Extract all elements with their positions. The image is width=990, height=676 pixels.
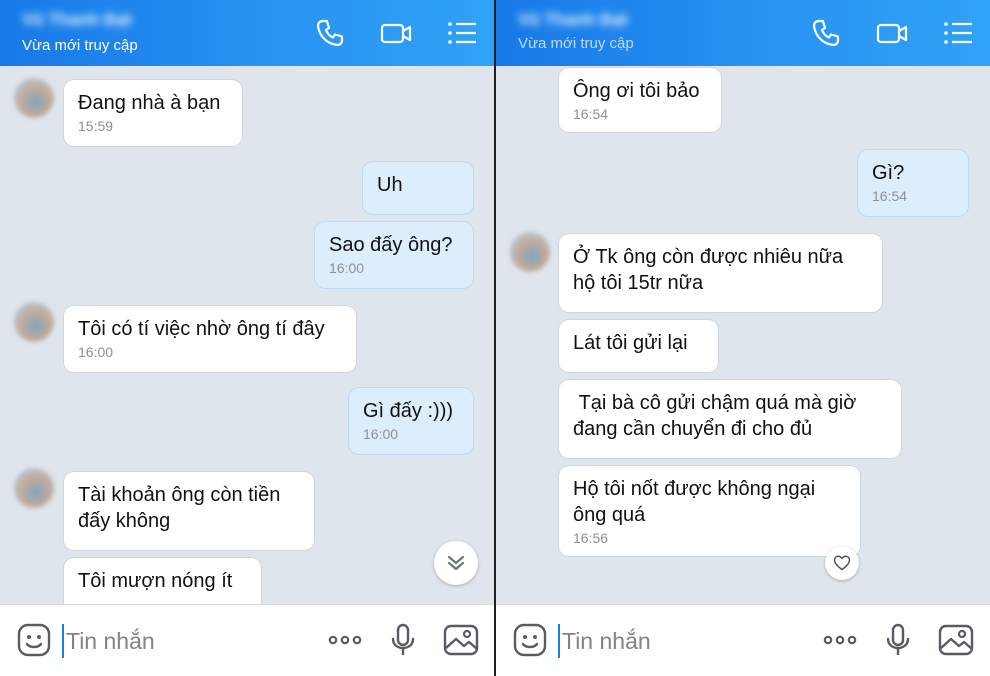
list-menu-icon[interactable] [446,17,478,49]
message-bubble[interactable]: Tôi mượn nóng ít [64,558,261,604]
contact-name[interactable]: Vũ Thanh Đạt [22,10,140,30]
emoji-icon[interactable] [512,622,548,658]
message-input[interactable] [562,623,802,659]
scroll-down-button[interactable] [434,541,478,585]
message-text: Ở Tk ông còn được nhiêu nữa hộ tôi 15tr … [573,246,844,294]
message-text: Tôi mượn nóng ít [78,570,233,592]
online-status: Vừa mới truy cập [518,35,634,52]
message-time: 16:54 [872,188,908,204]
message-bubble[interactable]: Ở Tk ông còn được nhiêu nữa hộ tôi 15tr … [559,234,882,312]
message-time: 16:54 [573,106,609,122]
message-text: Sao đấy ông? [329,234,453,256]
emoji-icon[interactable] [16,622,52,658]
message-list[interactable]: Ông ơi tôi bảo 16:54 Gì? 16:54 Ở Tk ông … [496,66,990,604]
avatar[interactable] [510,232,550,272]
message-bubble[interactable]: Hộ tôi nốt được không ngại ông quá 16:56 [559,466,860,556]
chat-panel-left: Vũ Thanh Đạt Vừa mới truy cập Đang nhà à… [0,0,494,676]
message-text: Lát tôi gửi lại [573,332,688,354]
message-time: 16:00 [78,344,114,360]
message-bubble[interactable]: Uh [363,162,473,214]
chat-header: Vũ Thanh Đạt Vừa mới truy cập [0,0,494,66]
message-bubble[interactable]: Tài khoản ông còn tiền đấy không [64,472,314,550]
message-time: 15:59 [78,118,114,134]
message-bubble[interactable]: Lát tôi gửi lại [559,320,718,372]
message-text: Tại bà cô gửi chậm quá mà giờ đang cần c… [573,392,857,440]
message-text: Tài khoản ông còn tiền đấy không [78,484,281,532]
chat-header: Vũ Thanh Đạt Vừa mới truy cập [496,0,990,66]
scroll-down-icon [447,555,465,571]
list-menu-icon[interactable] [942,17,974,49]
video-call-icon[interactable] [380,17,412,49]
message-text: Gì? [872,162,905,184]
image-icon[interactable] [938,622,974,658]
text-caret [558,624,560,658]
more-dots-icon[interactable] [327,622,363,658]
microphone-icon[interactable] [385,622,421,658]
message-composer [0,604,494,676]
avatar[interactable] [14,302,54,342]
message-text: Uh [377,174,403,196]
message-bubble[interactable]: Gì đấy :))) 16:00 [349,388,473,454]
microphone-icon[interactable] [880,622,916,658]
text-caret [62,624,64,658]
message-bubble[interactable]: Gì? 16:54 [858,150,968,216]
message-bubble[interactable]: Sao đấy ông? 16:00 [315,222,473,288]
message-time: 16:56 [573,530,609,546]
online-status: Vừa mới truy cập [22,37,138,54]
phone-icon[interactable] [810,17,842,49]
phone-icon[interactable] [314,17,346,49]
chat-panel-right: Vũ Thanh Đạt Vừa mới truy cập Ông ơi tôi… [496,0,990,676]
heart-icon [833,555,851,571]
message-time: 16:00 [329,260,365,276]
contact-name[interactable]: Vũ Thanh Đạt [518,10,636,30]
message-text: Hộ tôi nốt được không ngại ông quá [573,478,816,526]
reaction-button[interactable] [825,546,859,580]
message-bubble[interactable]: Tôi có tí việc nhờ ông tí đây 16:00 [64,306,356,372]
image-icon[interactable] [443,622,479,658]
video-call-icon[interactable] [876,17,908,49]
message-text: Ông ơi tôi bảo [573,80,700,102]
avatar[interactable] [14,78,54,118]
avatar[interactable] [14,468,54,508]
message-list[interactable]: Đang nhà à bạn 15:59 Uh Sao đấy ông? 16:… [0,66,494,604]
message-text: Tôi có tí việc nhờ ông tí đây [78,318,325,340]
message-bubble[interactable]: Ông ơi tôi bảo 16:54 [559,68,721,132]
message-bubble[interactable]: Tại bà cô gửi chậm quá mà giờ đang cần c… [559,380,901,458]
message-input[interactable] [66,623,306,659]
message-text: Gì đấy :))) [363,400,454,422]
message-composer [496,604,990,676]
more-dots-icon[interactable] [822,622,858,658]
message-bubble[interactable]: Đang nhà à bạn 15:59 [64,80,242,146]
message-text: Đang nhà à bạn [78,92,221,114]
message-time: 16:00 [363,426,399,442]
